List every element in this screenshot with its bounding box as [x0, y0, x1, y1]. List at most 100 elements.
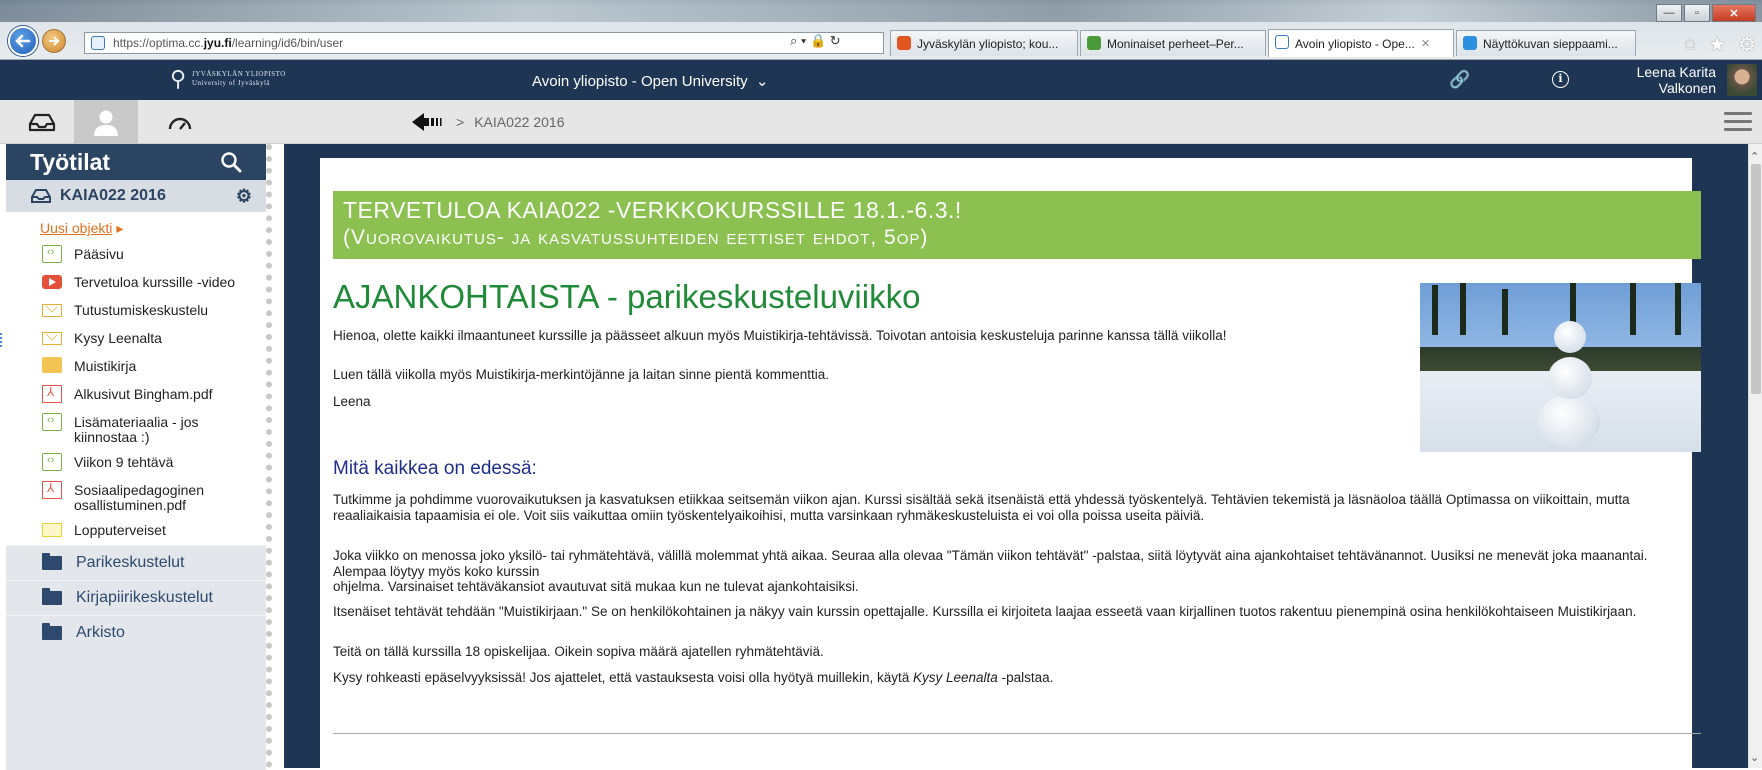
snowman-middle [1548, 357, 1592, 399]
forward-arrow-icon [49, 36, 60, 46]
tab-label: Moninaiset perheet–Per... [1107, 36, 1244, 51]
app-header: ⚲ JYVÄSKYLÄN YLIOPISTO University of Jyv… [0, 60, 1762, 100]
sidebar-item-label: Kysy Leenalta [74, 330, 162, 346]
maximize-button[interactable]: ▫ [1684, 4, 1710, 22]
welcome-banner: TERVETULOA KAIA022 -VERKKOKURSSILLE 18.1… [333, 191, 1701, 259]
tab-close-icon[interactable]: ✕ [1421, 37, 1430, 50]
address-tools[interactable]: ⌕ ▾ 🔒 ↻ [790, 33, 841, 49]
page-icon [42, 413, 62, 431]
inbox-icon [31, 189, 51, 203]
hamburger-menu-icon[interactable] [1724, 112, 1752, 136]
breadcrumb-current[interactable]: KAIA022 2016 [474, 114, 564, 130]
intro-paragraph-1: Tutkimme ja pohdimme vuorovaikutuksen ja… [333, 492, 1630, 523]
address-bar[interactable]: https://optima.cc. jyu.fi/learning/id6/bi… [84, 32, 884, 54]
link-icon[interactable]: 🔗 [1449, 70, 1470, 90]
page-scrollbar[interactable]: ⌃ ⌄ [1748, 144, 1762, 768]
user-first-name: Leena Karita [1636, 64, 1716, 80]
tree-shape [1432, 285, 1438, 335]
intro-paragraph-4: Teitä on tällä kurssilla 18 opiskelijaa.… [333, 644, 824, 659]
browser-tab-perheet[interactable]: Moninaiset perheet–Per... [1080, 30, 1266, 56]
sidebar-item-tutustumiskeskustelu[interactable]: Tutustumiskeskustelu [6, 297, 266, 325]
sidebar: Työtilat KAIA022 2016 ⚙ Uusi objekti▸ Pä… [0, 144, 272, 770]
ask-text-end: -palstaa. [997, 670, 1054, 685]
sidebar-item-lisamateriaalia[interactable]: Lisämateriaalia - jos kiinnostaa :) [6, 409, 266, 449]
workspace-button[interactable] [10, 100, 74, 144]
browser-tab-avoin[interactable]: Avoin yliopisto - Ope... ✕ [1268, 29, 1454, 57]
sidebar-item-kysy-leenalta[interactable]: Kysy Leenalta [0, 325, 266, 353]
tab-favicon-icon [1087, 36, 1101, 50]
url-prefix: https://optima.cc. [113, 36, 204, 50]
section-divider [333, 733, 1701, 734]
page-favicon-icon [91, 36, 105, 50]
sidebar-folder-arkisto[interactable]: Arkisto [6, 615, 266, 650]
sidebar-item-muistikirja[interactable]: Muistikirja [6, 353, 266, 381]
sidebar-item-paasivu[interactable]: Pääsivu [6, 241, 266, 269]
scroll-up-icon[interactable]: ⌃ [1750, 150, 1759, 163]
browser-tab-jyu[interactable]: Jyväskylän yliopisto; kou... [890, 30, 1078, 56]
university-logo[interactable]: ⚲ JYVÄSKYLÄN YLIOPISTO University of Jyv… [170, 65, 286, 93]
snowman-head [1554, 321, 1586, 353]
tab-label: Jyväskylän yliopisto; kou... [917, 36, 1059, 51]
back-button[interactable] [8, 26, 38, 56]
sidebar-folder-parikeskustelut[interactable]: Parikeskustelut [6, 545, 266, 580]
scroll-thumb[interactable] [1751, 164, 1761, 394]
tab-favicon-icon [897, 36, 911, 50]
ask-text: Kysy rohkeasti epäselvyyksissä! Jos ajat… [333, 670, 914, 685]
settings-gear-icon[interactable]: ⚙ [1738, 32, 1756, 57]
url-path: /learning/id6/bin/user [231, 36, 344, 50]
chevron-down-icon: ⌄ [755, 73, 769, 90]
settings-gear-icon[interactable]: ⚙ [236, 186, 252, 207]
news-paragraph-1: Hienoa, olette kaikki ilmaantuneet kurss… [333, 328, 1227, 343]
banner-subtitle: (Vuorovaikutus- ja kasvatussuhteiden eet… [343, 226, 929, 249]
breadcrumb-separator: > [456, 114, 465, 130]
user-icon [94, 110, 118, 136]
tab-label: Avoin yliopisto - Ope... [1295, 36, 1415, 51]
course-row[interactable]: KAIA022 2016 ⚙ [6, 180, 266, 212]
home-icon[interactable]: ⌂ [1684, 32, 1696, 57]
sidebar-item-sosiaalipedagoginen-pdf[interactable]: Sosiaalipedagoginen osallistuminen.pdf [6, 477, 266, 517]
browser-tab-sieppaami[interactable]: Näyttökuvan sieppaami... [1456, 30, 1636, 56]
sidebar-title: Työtilat [30, 148, 111, 175]
sidebar-item-viikon-9[interactable]: Viikon 9 tehtävä [6, 449, 266, 477]
breadcrumb-back-button[interactable] [412, 112, 446, 132]
window-background [0, 0, 1762, 22]
info-icon[interactable]: i [1552, 71, 1569, 88]
mail-icon [42, 304, 62, 317]
sidebar-item-bingham-pdf[interactable]: Alkusivut Bingham.pdf [6, 381, 266, 409]
app-title-menu[interactable]: Avoin yliopisto - Open University ⌄ [532, 72, 768, 90]
course-name: KAIA022 2016 [60, 187, 166, 204]
folder-icon [42, 588, 62, 605]
user-button[interactable] [74, 100, 138, 144]
close-window-button[interactable]: ✕ [1712, 4, 1756, 22]
tab-label: Näyttökuvan sieppaami... [1483, 36, 1618, 51]
tab-favicon-icon [1463, 36, 1477, 50]
page-icon [42, 453, 62, 471]
main-content: TERVETULOA KAIA022 -VERKKOKURSSILLE 18.1… [284, 144, 1748, 768]
browser-chrome: — ▫ ✕ https://optima.cc. jyu.fi/learning/… [0, 0, 1762, 60]
mail-icon [42, 523, 62, 537]
favorites-star-icon[interactable]: ★ [1708, 32, 1726, 57]
dashboard-button[interactable] [148, 100, 212, 144]
sidebar-item-label: Pääsivu [74, 246, 124, 262]
avatar[interactable] [1727, 64, 1757, 96]
sidebar-folder-kirjapiirikeskustelut[interactable]: Kirjapiirikeskustelut [6, 580, 266, 615]
search-icon[interactable] [220, 151, 242, 173]
scroll-down-icon[interactable]: ⌄ [1750, 751, 1759, 764]
tree-shape [1630, 283, 1636, 335]
intro-paragraph-5: Kysy rohkeasti epäselvyyksissä! Jos ajat… [333, 670, 1053, 686]
new-object-link[interactable]: Uusi objekti ▸ [6, 212, 266, 241]
forward-button[interactable] [42, 29, 66, 53]
content-page: TERVETULOA KAIA022 -VERKKOKURSSILLE 18.1… [320, 158, 1701, 768]
tree-shape [1460, 283, 1466, 335]
back-arrow-icon [15, 34, 31, 48]
user-name[interactable]: Leena Karita Valkonen [1637, 64, 1716, 96]
breadcrumb: > KAIA022 2016 [412, 112, 564, 132]
sidebar-item-label: Alkusivut Bingham.pdf [74, 386, 213, 402]
sidebar-folder-label: Arkisto [76, 624, 125, 641]
news-heading: AJANKOHTAISTA - parikeskusteluviikko [333, 278, 921, 315]
video-icon [42, 275, 62, 289]
tree-shape [1502, 289, 1508, 335]
sidebar-item-video[interactable]: Tervetuloa kurssille -video [6, 269, 266, 297]
sidebar-item-lopputerveiset[interactable]: Lopputerveiset [6, 517, 266, 545]
minimize-button[interactable]: — [1656, 4, 1682, 22]
